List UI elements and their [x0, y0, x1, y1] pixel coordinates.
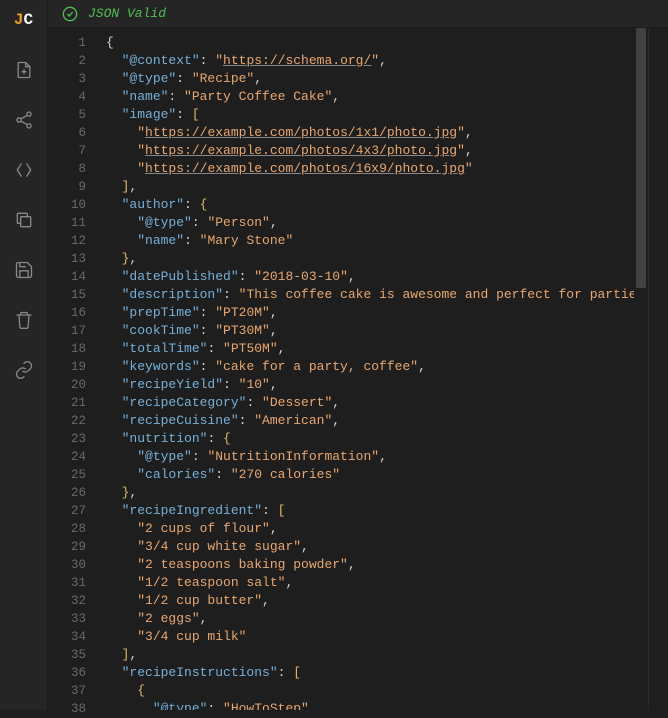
code-line[interactable]: "datePublished": "2018-03-10",: [106, 268, 634, 286]
line-number: 22: [48, 412, 86, 430]
line-number: 34: [48, 628, 86, 646]
link-icon[interactable]: [6, 352, 42, 388]
minimap[interactable]: [648, 28, 668, 710]
code-line[interactable]: "https://example.com/photos/1x1/photo.jp…: [106, 124, 634, 142]
line-number: 33: [48, 610, 86, 628]
line-number: 10: [48, 196, 86, 214]
code-line[interactable]: "totalTime": "PT50M",: [106, 340, 634, 358]
save-icon[interactable]: [6, 252, 42, 288]
sidebar: JC: [0, 0, 48, 710]
code-line[interactable]: "keywords": "cake for a party, coffee",: [106, 358, 634, 376]
line-number: 17: [48, 322, 86, 340]
code-line[interactable]: "name": "Mary Stone": [106, 232, 634, 250]
line-number: 3: [48, 70, 86, 88]
line-number: 29: [48, 538, 86, 556]
code-line[interactable]: "recipeCuisine": "American",: [106, 412, 634, 430]
line-number: 37: [48, 682, 86, 700]
line-number: 15: [48, 286, 86, 304]
code-line[interactable]: "recipeInstructions": [: [106, 664, 634, 682]
code-line[interactable]: "image": [: [106, 106, 634, 124]
line-number: 4: [48, 88, 86, 106]
code-line[interactable]: "https://example.com/photos/16x9/photo.j…: [106, 160, 634, 178]
line-number: 26: [48, 484, 86, 502]
code-line[interactable]: "prepTime": "PT20M",: [106, 304, 634, 322]
code-line[interactable]: "nutrition": {: [106, 430, 634, 448]
share-icon[interactable]: [6, 102, 42, 138]
code-line[interactable]: "@type": "Recipe",: [106, 70, 634, 88]
main: JSON Valid 12345678910111213141516171819…: [48, 0, 668, 710]
code-line[interactable]: "1/2 teaspoon salt",: [106, 574, 634, 592]
line-number: 14: [48, 268, 86, 286]
code-line[interactable]: ],: [106, 178, 634, 196]
line-number: 28: [48, 520, 86, 538]
code-line[interactable]: "cookTime": "PT30M",: [106, 322, 634, 340]
code-line[interactable]: "author": {: [106, 196, 634, 214]
line-number: 7: [48, 142, 86, 160]
code-area[interactable]: { "@context": "https://schema.org/", "@t…: [96, 28, 634, 710]
collapse-icon[interactable]: [6, 152, 42, 188]
code-line[interactable]: {: [106, 34, 634, 52]
line-number: 30: [48, 556, 86, 574]
code-line[interactable]: "description": "This coffee cake is awes…: [106, 286, 634, 304]
line-number: 19: [48, 358, 86, 376]
line-number: 6: [48, 124, 86, 142]
line-number: 24: [48, 448, 86, 466]
scrollbar[interactable]: [634, 28, 648, 710]
line-number: 8: [48, 160, 86, 178]
code-line[interactable]: "2 teaspoons baking powder",: [106, 556, 634, 574]
code-line[interactable]: "@type": "NutritionInformation",: [106, 448, 634, 466]
code-line[interactable]: "https://example.com/photos/4x3/photo.jp…: [106, 142, 634, 160]
code-line[interactable]: "2 eggs",: [106, 610, 634, 628]
line-number: 32: [48, 592, 86, 610]
line-number: 5: [48, 106, 86, 124]
line-number: 35: [48, 646, 86, 664]
line-number: 13: [48, 250, 86, 268]
line-number: 27: [48, 502, 86, 520]
code-line[interactable]: "@type": "HowToStep",: [106, 700, 634, 710]
line-number: 36: [48, 664, 86, 682]
status-text: JSON Valid: [88, 6, 166, 21]
editor: 1234567891011121314151617181920212223242…: [48, 28, 668, 710]
line-gutter: 1234567891011121314151617181920212223242…: [48, 28, 96, 710]
line-number: 18: [48, 340, 86, 358]
code-line[interactable]: "recipeCategory": "Dessert",: [106, 394, 634, 412]
code-line[interactable]: "1/2 cup butter",: [106, 592, 634, 610]
code-line[interactable]: "recipeIngredient": [: [106, 502, 634, 520]
line-number: 23: [48, 430, 86, 448]
line-number: 31: [48, 574, 86, 592]
line-number: 21: [48, 394, 86, 412]
code-line[interactable]: "calories": "270 calories": [106, 466, 634, 484]
code-line[interactable]: "name": "Party Coffee Cake",: [106, 88, 634, 106]
code-line[interactable]: },: [106, 250, 634, 268]
copy-icon[interactable]: [6, 202, 42, 238]
code-line[interactable]: ],: [106, 646, 634, 664]
code-line[interactable]: },: [106, 484, 634, 502]
line-number: 16: [48, 304, 86, 322]
logo-j: J: [14, 11, 24, 29]
code-line[interactable]: "@context": "https://schema.org/",: [106, 52, 634, 70]
scrollbar-thumb[interactable]: [636, 28, 646, 288]
code-line[interactable]: "recipeYield": "10",: [106, 376, 634, 394]
delete-icon[interactable]: [6, 302, 42, 338]
status-bar: JSON Valid: [48, 0, 668, 28]
logo-c: C: [24, 11, 34, 29]
line-number: 20: [48, 376, 86, 394]
line-number: 25: [48, 466, 86, 484]
code-line[interactable]: "3/4 cup milk": [106, 628, 634, 646]
line-number: 9: [48, 178, 86, 196]
line-number: 1: [48, 34, 86, 52]
code-line[interactable]: "3/4 cup white sugar",: [106, 538, 634, 556]
line-number: 2: [48, 52, 86, 70]
code-line[interactable]: {: [106, 682, 634, 700]
line-number: 11: [48, 214, 86, 232]
line-number: 12: [48, 232, 86, 250]
valid-check-icon: [62, 6, 78, 22]
code-line[interactable]: "2 cups of flour",: [106, 520, 634, 538]
line-number: 38: [48, 700, 86, 718]
code-line[interactable]: "@type": "Person",: [106, 214, 634, 232]
new-file-icon[interactable]: [6, 52, 42, 88]
logo: JC: [8, 8, 40, 32]
